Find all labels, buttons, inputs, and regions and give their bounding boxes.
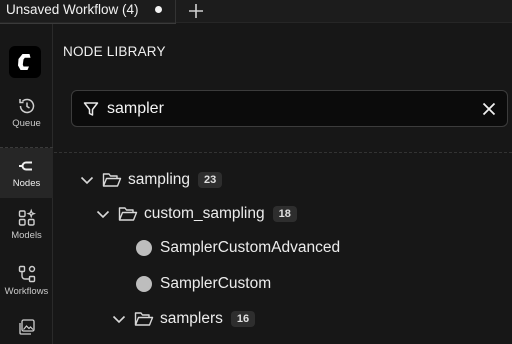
- sidebar-item-gallery[interactable]: [0, 318, 53, 340]
- search-input[interactable]: [107, 97, 467, 121]
- tree-node-sampler-custom[interactable]: SamplerCustom: [136, 271, 271, 297]
- chevron-down-icon[interactable]: [94, 205, 112, 223]
- workflows-icon: [18, 265, 35, 283]
- models-icon: [18, 208, 36, 226]
- tree-item-label: custom_sampling: [144, 205, 265, 222]
- chevron-down-icon[interactable]: [78, 171, 96, 189]
- history-icon: [18, 98, 34, 114]
- node-dot-icon: [136, 240, 152, 256]
- folder-open-icon: [102, 173, 122, 187]
- workflow-tab-title: Unsaved Workflow (4): [6, 2, 139, 17]
- chevron-down-icon[interactable]: [110, 310, 128, 328]
- sidebar-item-label: Workflows: [4, 286, 49, 297]
- tree-node-sampler-custom-advanced[interactable]: SamplerCustomAdvanced: [136, 235, 340, 261]
- comfy-logo-icon[interactable]: [9, 46, 41, 78]
- count-badge: 16: [230, 311, 256, 327]
- unsaved-dot-icon: [155, 6, 162, 13]
- workflow-tab[interactable]: Unsaved Workflow (4): [0, 0, 176, 24]
- close-icon[interactable]: [480, 100, 498, 118]
- tree-item-label: samplers: [160, 310, 223, 327]
- sidebar-item-label: Nodes: [12, 178, 41, 189]
- node-dot-icon: [136, 276, 152, 292]
- count-badge: 18: [272, 206, 297, 222]
- sidebar-item-nodes[interactable]: Nodes: [0, 148, 53, 198]
- tree-item-label: SamplerCustomAdvanced: [160, 239, 341, 256]
- tree-item-label: SamplerCustom: [160, 275, 272, 292]
- new-tab-button[interactable]: [186, 1, 206, 21]
- sidebar: Queue Nodes Models Workflows: [0, 24, 53, 344]
- sidebar-item-models[interactable]: Models: [0, 208, 53, 252]
- node-connect-icon: [18, 161, 32, 171]
- filter-icon[interactable]: [82, 100, 100, 118]
- image-gallery-icon: [18, 319, 35, 335]
- tree-folder-samplers[interactable]: samplers 16: [110, 306, 256, 332]
- count-badge: 23: [198, 172, 223, 188]
- tree-item-label: sampling: [128, 171, 191, 188]
- plus-icon: [189, 4, 203, 18]
- folder-open-icon: [134, 312, 154, 326]
- sidebar-item-queue[interactable]: Queue: [0, 96, 53, 140]
- panel-divider: [54, 152, 512, 153]
- sidebar-item-label: Models: [11, 230, 42, 241]
- search-box: [71, 90, 508, 127]
- sidebar-item-label: Queue: [12, 118, 41, 129]
- tree-folder-custom-sampling[interactable]: custom_sampling 18: [94, 201, 297, 227]
- tree-folder-sampling[interactable]: sampling 23: [78, 167, 223, 193]
- panel-title: NODE LIBRARY: [63, 44, 166, 59]
- folder-open-icon: [118, 207, 138, 221]
- node-library-panel: NODE LIBRARY sampling 23 custom_sampling…: [54, 24, 512, 344]
- sidebar-item-workflows[interactable]: Workflows: [0, 264, 53, 308]
- tab-bar: Unsaved Workflow (4): [0, 0, 512, 24]
